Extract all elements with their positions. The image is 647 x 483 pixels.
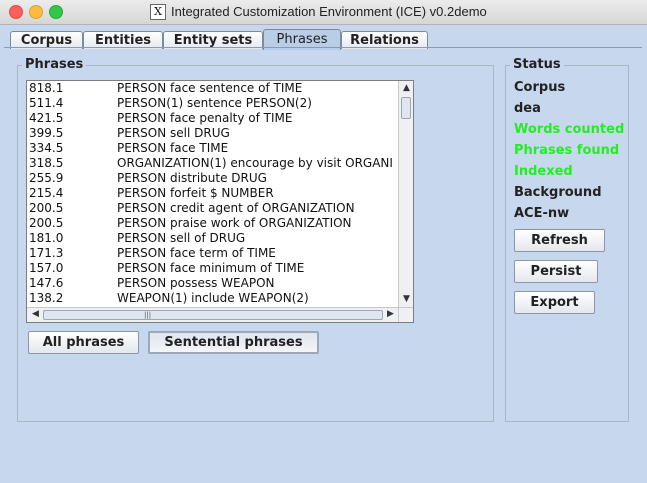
all-phrases-button[interactable]: All phrases bbox=[28, 331, 139, 354]
list-item[interactable]: 157.0 PERSON face minimum of TIME bbox=[27, 261, 399, 276]
scroll-down-icon[interactable]: ▼ bbox=[399, 293, 413, 306]
phrase-text: PERSON(1) sentence PERSON(2) bbox=[117, 96, 312, 110]
phrase-text: PERSON forfeit $ NUMBER bbox=[117, 186, 274, 200]
status-background-value: ACE-nw bbox=[514, 206, 570, 221]
phrase-score: 200.5 bbox=[29, 201, 64, 215]
list-item[interactable]: 818.1 PERSON face sentence of TIME bbox=[27, 81, 399, 96]
phrase-score: 818.1 bbox=[29, 81, 64, 95]
phrase-score: 255.9 bbox=[29, 171, 64, 185]
list-item[interactable]: 421.5 PERSON face penalty of TIME bbox=[27, 111, 399, 126]
scroll-up-icon[interactable]: ▲ bbox=[399, 82, 413, 95]
phrase-score: 215.4 bbox=[29, 186, 64, 200]
vertical-scrollbar[interactable]: ▲ ▼ bbox=[398, 81, 413, 307]
list-item[interactable]: 200.5 PERSON praise work of ORGANIZATION bbox=[27, 216, 399, 231]
list-item[interactable]: 318.5 ORGANIZATION(1) encourage by visit … bbox=[27, 156, 399, 171]
phrase-score: 157.0 bbox=[29, 261, 64, 275]
minimize-window-button[interactable] bbox=[29, 5, 43, 19]
phrase-text: PERSON credit agent of ORGANIZATION bbox=[117, 201, 355, 215]
title-bar[interactable]: X Integrated Customization Environment (… bbox=[0, 0, 647, 25]
list-item[interactable]: 200.5 PERSON credit agent of ORGANIZATION bbox=[27, 201, 399, 216]
phrase-text: ORGANIZATION(1) encourage by visit ORGAN… bbox=[117, 156, 393, 170]
phrase-score: 200.5 bbox=[29, 216, 64, 230]
status-corpus-value: dea bbox=[514, 101, 541, 116]
close-window-button[interactable] bbox=[9, 5, 23, 19]
list-item[interactable]: 399.5 PERSON sell DRUG bbox=[27, 126, 399, 141]
app-icon: X bbox=[150, 4, 166, 20]
phrase-text: PERSON praise work of ORGANIZATION bbox=[117, 216, 352, 230]
status-group-title: Status bbox=[510, 57, 564, 72]
phrase-text: PERSON sell DRUG bbox=[117, 126, 230, 140]
phrase-text: PERSON distribute DRUG bbox=[117, 171, 267, 185]
list-item[interactable]: 171.3 PERSON face term of TIME bbox=[27, 246, 399, 261]
list-item[interactable]: 511.4 PERSON(1) sentence PERSON(2) bbox=[27, 96, 399, 111]
phrase-text: PERSON possess WEAPON bbox=[117, 276, 275, 290]
phrases-group-title: Phrases bbox=[22, 57, 87, 72]
refresh-button[interactable]: Refresh bbox=[514, 229, 605, 252]
persist-button[interactable]: Persist bbox=[514, 260, 598, 283]
scroll-corner bbox=[398, 307, 413, 322]
phrase-text: PERSON face term of TIME bbox=[117, 246, 276, 260]
phrase-score: 147.6 bbox=[29, 276, 64, 290]
phrase-score: 171.3 bbox=[29, 246, 64, 260]
phrase-score: 399.5 bbox=[29, 126, 64, 140]
scroll-left-icon[interactable]: ◀ bbox=[28, 308, 43, 321]
status-words-counted: Words counted bbox=[514, 122, 625, 137]
status-corpus-label: Corpus bbox=[514, 80, 566, 95]
status-indexed: Indexed bbox=[514, 164, 573, 179]
phrases-list[interactable]: 818.1 PERSON face sentence of TIME 511.4 P… bbox=[26, 80, 414, 323]
list-item[interactable]: 138.2 WEAPON(1) include WEAPON(2) bbox=[27, 291, 399, 306]
status-phrases-found: Phrases found bbox=[514, 143, 620, 158]
status-background-label: Background bbox=[514, 185, 602, 200]
list-item[interactable]: 255.9 PERSON distribute DRUG bbox=[27, 171, 399, 186]
window-title: Integrated Customization Environment (IC… bbox=[171, 4, 487, 19]
phrase-text: PERSON face TIME bbox=[117, 141, 229, 155]
phrase-text: PERSON sell of DRUG bbox=[117, 231, 246, 245]
list-item[interactable]: 147.6 PERSON possess WEAPON bbox=[27, 276, 399, 291]
phrase-text: PERSON face minimum of TIME bbox=[117, 261, 305, 275]
phrase-score: 181.0 bbox=[29, 231, 64, 245]
phrase-text: PERSON face sentence of TIME bbox=[117, 81, 303, 95]
grip-icon: ||| bbox=[144, 311, 152, 319]
phrase-text: PERSON face penalty of TIME bbox=[117, 111, 293, 125]
phrase-text: WEAPON(1) include WEAPON(2) bbox=[117, 291, 309, 305]
phrase-score: 511.4 bbox=[29, 96, 64, 110]
scroll-right-icon[interactable]: ▶ bbox=[383, 308, 398, 321]
list-item[interactable]: 181.0 PERSON sell of DRUG bbox=[27, 231, 399, 246]
phrase-score: 138.2 bbox=[29, 291, 64, 305]
list-item[interactable]: 334.5 PERSON face TIME bbox=[27, 141, 399, 156]
horizontal-scrollbar[interactable]: ◀ ||| ▶ bbox=[27, 307, 399, 322]
phrases-rows: 818.1 PERSON face sentence of TIME 511.4 P… bbox=[27, 81, 399, 307]
phrase-score: 334.5 bbox=[29, 141, 64, 155]
horizontal-scroll-thumb[interactable]: ||| bbox=[43, 310, 383, 320]
phrase-score: 318.5 bbox=[29, 156, 64, 170]
export-button[interactable]: Export bbox=[514, 291, 595, 314]
phrase-score: 421.5 bbox=[29, 111, 64, 125]
sentential-phrases-button[interactable]: Sentential phrases bbox=[148, 331, 319, 354]
list-item[interactable]: 215.4 PERSON forfeit $ NUMBER bbox=[27, 186, 399, 201]
maximize-window-button[interactable] bbox=[49, 5, 63, 19]
vertical-scroll-thumb[interactable] bbox=[401, 97, 411, 119]
tab-divider bbox=[4, 47, 642, 48]
